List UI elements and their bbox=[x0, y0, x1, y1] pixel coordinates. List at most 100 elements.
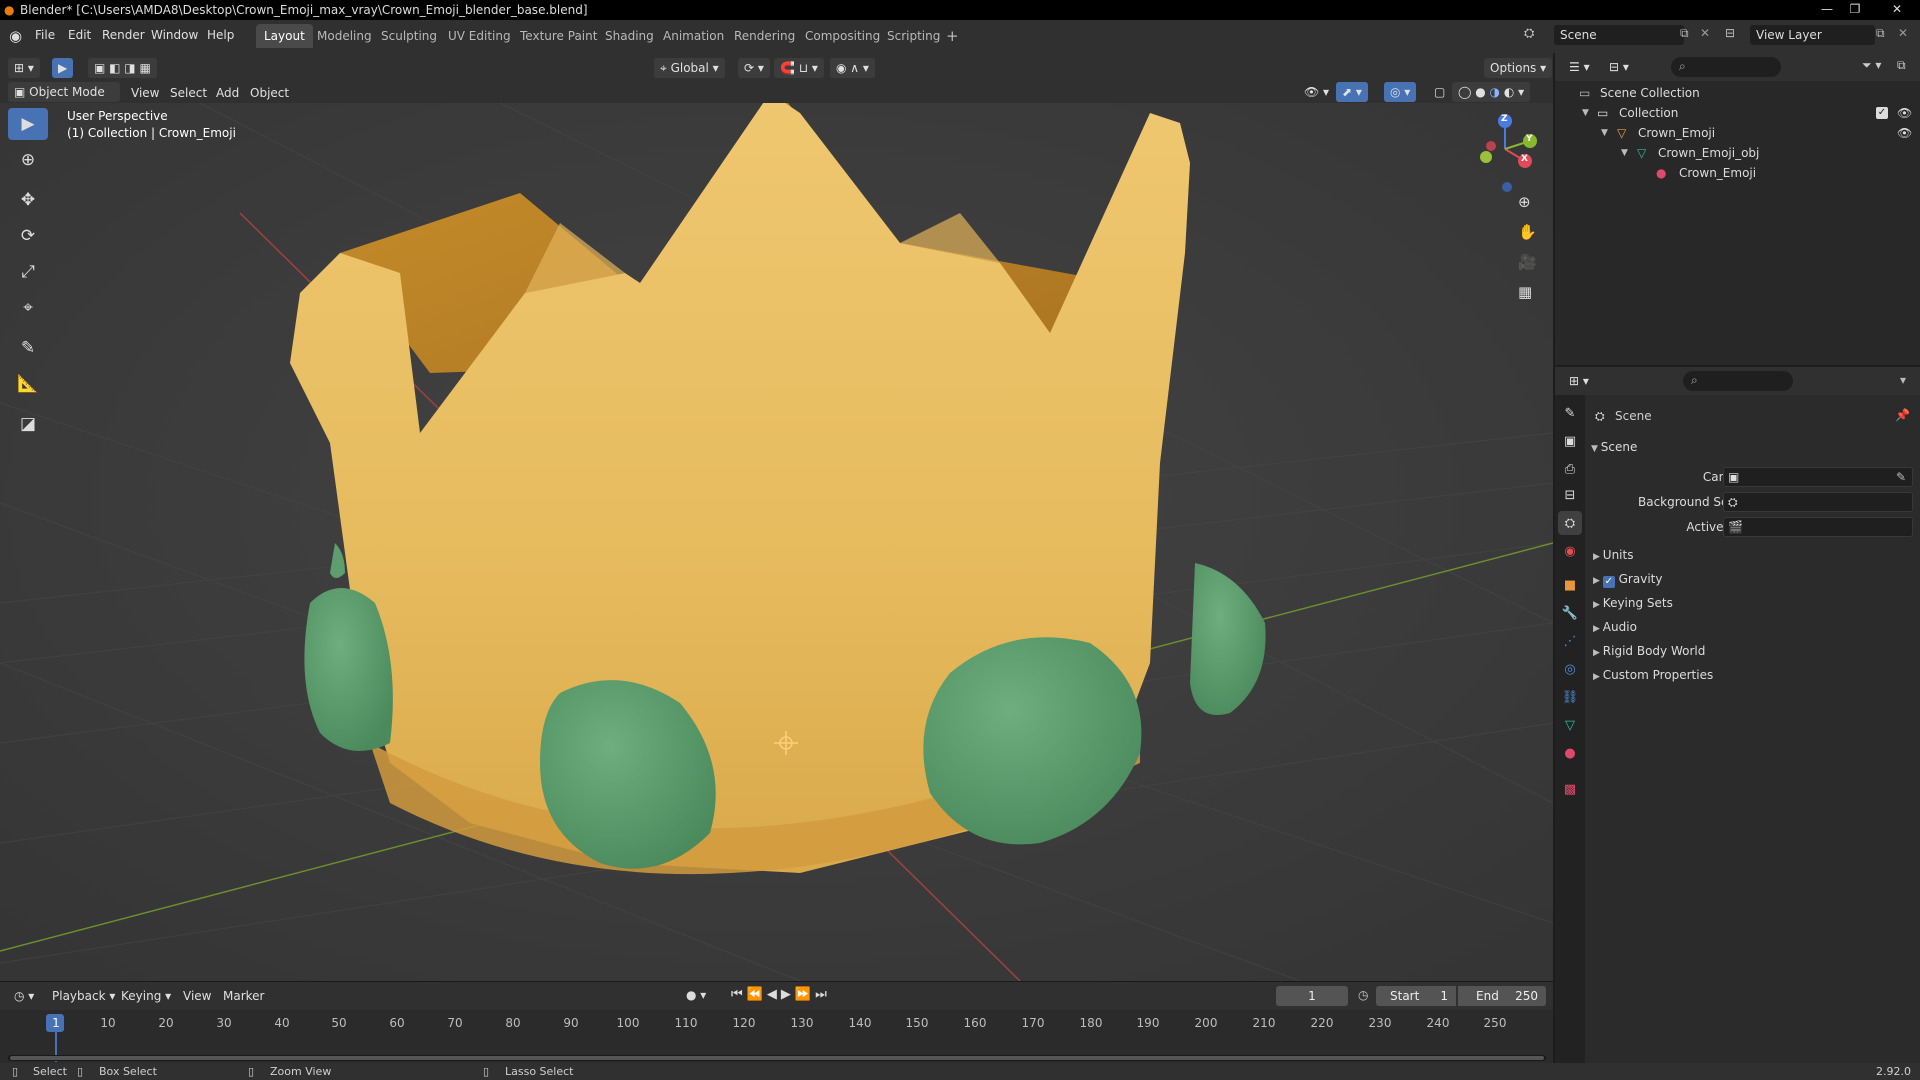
start-frame-field[interactable]: Start 1 bbox=[1376, 986, 1456, 1006]
timeline-menu-view[interactable]: View bbox=[183, 989, 211, 1003]
snap-toggle[interactable]: 🧲 ⊔ ▾ bbox=[774, 58, 824, 78]
maximize-button[interactable]: ❐ bbox=[1842, 0, 1868, 18]
scene-field[interactable]: Scene bbox=[1554, 25, 1684, 45]
delete-view-layer-icon[interactable]: ✕ bbox=[1898, 26, 1908, 40]
outliner-row-mesh-data[interactable]: ▼ ▽ Crown_Emoji_obj bbox=[1555, 143, 1920, 163]
select-tool-icon[interactable]: ▶ bbox=[52, 58, 74, 78]
properties-options-icon[interactable]: ▾ bbox=[1900, 373, 1906, 387]
preview-range-icon[interactable]: ◷ bbox=[1358, 988, 1368, 1002]
expand-arrow-icon[interactable]: ▼ bbox=[1582, 103, 1589, 123]
outliner-row-material[interactable]: ● Crown_Emoji bbox=[1555, 163, 1920, 183]
menu-file[interactable]: File bbox=[35, 28, 55, 42]
subpanel-gravity[interactable]: ▶ ✓ Gravity bbox=[1593, 569, 1662, 589]
selection-mode-buttons[interactable]: ▣ ◧ ◨ ▦ bbox=[88, 58, 157, 78]
world-tab-icon[interactable]: ◉ bbox=[1558, 539, 1582, 563]
rotate-tool-icon[interactable]: ⟳ bbox=[8, 220, 48, 252]
tab-shading[interactable]: Shading bbox=[597, 24, 662, 48]
tab-modeling[interactable]: Modeling bbox=[309, 24, 380, 48]
expand-arrow-icon[interactable]: ▼ bbox=[1621, 143, 1628, 163]
end-frame-field[interactable]: End 250 bbox=[1458, 986, 1546, 1006]
outliner-editor-type[interactable]: ☰ ▾ bbox=[1563, 57, 1596, 77]
viewport-menu-object[interactable]: Object bbox=[250, 86, 289, 100]
editor-type-button[interactable]: ⊞ ▾ bbox=[8, 58, 40, 78]
options-dropdown[interactable]: Options ▾ bbox=[1484, 58, 1553, 78]
new-view-layer-icon[interactable]: ⧉ bbox=[1876, 26, 1885, 41]
proportional-edit-toggle[interactable]: ◉ ∧ ▾ bbox=[830, 58, 875, 78]
texture-tab-icon[interactable]: ▩ bbox=[1558, 777, 1582, 801]
menu-window[interactable]: Window bbox=[151, 28, 198, 42]
outliner-display-mode[interactable]: ⊟ ▾ bbox=[1603, 57, 1635, 77]
camera-view-icon[interactable]: 🎥 bbox=[1518, 253, 1537, 271]
close-button[interactable]: ✕ bbox=[1878, 0, 1916, 18]
render-tab-icon[interactable]: ▣ bbox=[1558, 429, 1582, 453]
menu-render[interactable]: Render bbox=[102, 28, 145, 42]
move-tool-icon[interactable]: ✥ bbox=[8, 184, 48, 216]
tab-layout[interactable]: Layout bbox=[256, 24, 313, 48]
outliner-row-collection[interactable]: ▼ ▭ Collection ✓ 👁 bbox=[1555, 103, 1920, 123]
exclude-checkbox[interactable]: ✓ bbox=[1876, 107, 1888, 119]
active-clip-field[interactable]: 🎬 bbox=[1723, 517, 1913, 537]
data-tab-icon[interactable]: ▽ bbox=[1558, 713, 1582, 737]
properties-editor-type[interactable]: ⊞ ▾ bbox=[1563, 371, 1595, 391]
particles-tab-icon[interactable]: ⋰ bbox=[1558, 629, 1582, 653]
blender-menu-icon[interactable]: ◉ bbox=[9, 27, 22, 45]
playback-controls[interactable]: ⏮⏪◀▶⏩⏭ bbox=[731, 987, 831, 1002]
pan-hand-icon[interactable]: ✋ bbox=[1518, 223, 1537, 241]
tab-scripting[interactable]: Scripting bbox=[879, 24, 948, 48]
viewport-menu-select[interactable]: Select bbox=[170, 86, 207, 100]
material-tab-icon[interactable]: ● bbox=[1558, 741, 1582, 765]
transform-tool-icon[interactable]: ⌖ bbox=[8, 292, 48, 324]
current-frame-field[interactable]: 1 bbox=[1276, 986, 1348, 1006]
zoom-icon[interactable]: ⊕ bbox=[1518, 193, 1531, 211]
tab-rendering[interactable]: Rendering bbox=[726, 24, 803, 48]
eyedropper-icon[interactable]: ✎ bbox=[1896, 470, 1906, 484]
annotate-tool-icon[interactable]: ✎ bbox=[8, 332, 48, 364]
timeline-menu-playback[interactable]: Playback ▾ bbox=[52, 989, 115, 1003]
scene-tab-icon[interactable]: ⛭ bbox=[1558, 511, 1582, 535]
add-cube-tool-icon[interactable]: ◪ bbox=[8, 408, 48, 440]
visibility-icon[interactable]: 👁 ▾ bbox=[1298, 82, 1335, 102]
transform-orientation-dropdown[interactable]: ⌖ Global ▾ bbox=[654, 58, 725, 78]
eye-icon[interactable]: 👁 bbox=[1897, 123, 1912, 143]
viewport-menu-add[interactable]: Add bbox=[216, 86, 239, 100]
minimize-button[interactable]: — bbox=[1814, 0, 1840, 18]
add-workspace-button[interactable]: + bbox=[946, 27, 959, 45]
pivot-point-dropdown[interactable]: ⟳ ▾ bbox=[738, 58, 770, 78]
new-scene-icon[interactable]: ⧉ bbox=[1680, 26, 1689, 41]
tab-texture-paint[interactable]: Texture Paint bbox=[512, 24, 605, 48]
tab-uv-editing[interactable]: UV Editing bbox=[440, 24, 519, 48]
background-scene-field[interactable]: ⛭ bbox=[1723, 492, 1913, 512]
subpanel-units[interactable]: ▶ Units bbox=[1593, 545, 1633, 565]
expand-arrow-icon[interactable]: ▼ bbox=[1601, 123, 1608, 143]
tab-animation[interactable]: Animation bbox=[655, 24, 732, 48]
menu-edit[interactable]: Edit bbox=[68, 28, 91, 42]
properties-search-input[interactable]: ⌕ bbox=[1683, 371, 1793, 391]
camera-field[interactable]: ▣ ✎ bbox=[1723, 467, 1913, 487]
gravity-checkbox[interactable]: ✓ bbox=[1602, 576, 1615, 588]
output-tab-icon[interactable]: ⎙ bbox=[1558, 457, 1582, 481]
mode-dropdown[interactable]: ▣ Object Mode ▾ bbox=[8, 82, 120, 119]
new-collection-icon[interactable]: ⧉ bbox=[1897, 58, 1906, 73]
ortho-toggle-icon[interactable]: ▦ bbox=[1518, 283, 1532, 301]
3d-viewport[interactable]: User Perspective (1) Collection | Crown_… bbox=[0, 103, 1553, 981]
tool-tab-icon[interactable]: ✎ bbox=[1558, 401, 1582, 425]
subpanel-custom-properties[interactable]: ▶ Custom Properties bbox=[1593, 665, 1713, 685]
measure-tool-icon[interactable]: 📐 bbox=[8, 368, 48, 400]
timeline-scroll-thumb[interactable] bbox=[10, 1056, 1544, 1060]
timeline-editor-type[interactable]: ◷ ▾ bbox=[8, 986, 40, 1006]
shading-modes[interactable]: ◯ ● ◑ ◐ ▾ bbox=[1452, 82, 1531, 102]
outliner-search-input[interactable]: ⌕ bbox=[1671, 57, 1781, 77]
timeline-menu-keying[interactable]: Keying ▾ bbox=[121, 989, 171, 1003]
menu-help[interactable]: Help bbox=[207, 28, 234, 42]
outliner-row-crown-emoji[interactable]: ▼ ▽ Crown_Emoji 👁 bbox=[1555, 123, 1920, 143]
overlay-toggle-icon[interactable]: ◎ ▾ bbox=[1384, 82, 1417, 102]
physics-tab-icon[interactable]: ◎ bbox=[1558, 657, 1582, 681]
scene-icon[interactable]: ⛭ bbox=[1524, 26, 1534, 41]
gizmo-toggle-icon[interactable]: ⬈ ▾ bbox=[1336, 82, 1368, 102]
record-button[interactable]: ● ▾ bbox=[686, 988, 706, 1002]
eye-icon[interactable]: 👁 bbox=[1897, 103, 1912, 123]
subpanel-audio[interactable]: ▶ Audio bbox=[1593, 617, 1637, 637]
modifier-tab-icon[interactable]: 🔧 bbox=[1558, 601, 1582, 625]
tab-compositing[interactable]: Compositing bbox=[797, 24, 888, 48]
filter-icon[interactable]: ⏷ ▾ bbox=[1862, 58, 1881, 73]
